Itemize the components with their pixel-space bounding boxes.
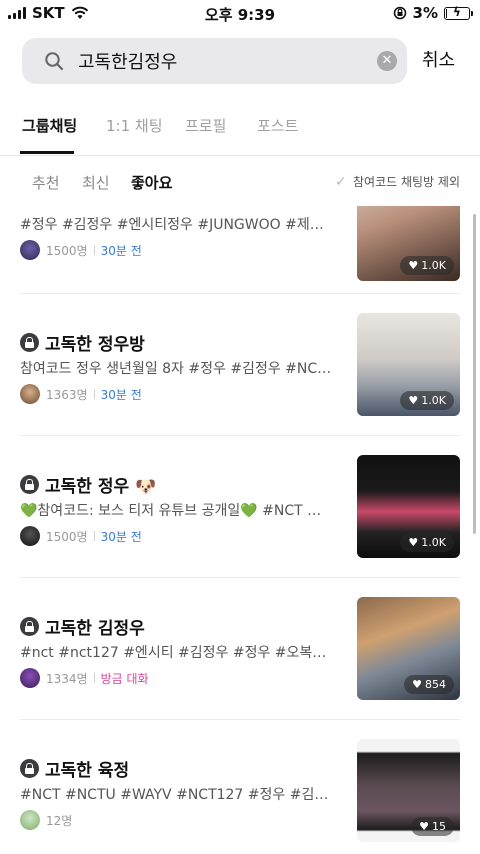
heart-icon: ♥ [408,259,419,272]
like-count: 15 [432,820,446,833]
search-row: ✕ 취소 [22,38,462,84]
tab-group-chat[interactable]: 그룹채팅 [22,115,77,136]
room-thumbnail[interactable]: ♥ 854 [357,597,460,700]
like-count: 1.0K [421,259,446,272]
divider [93,389,95,399]
scrollbar[interactable] [473,214,476,534]
exclude-label: 참여코드 채팅방 제외 [353,175,460,189]
divider [93,245,95,255]
room-thumbnail[interactable]: ♥ 15 [357,739,460,842]
orientation-lock-icon [393,6,406,20]
activity-time: 30분 전 [100,243,142,258]
room-title: 고독한 육정 [20,756,129,781]
room-desc: #NCT #NCTU #WAYV #NCT127 #정우 #김정우… [20,787,332,803]
member-count: 1500명 [46,243,88,258]
tab-1on1-chat[interactable]: 1:1 채팅 [106,115,163,136]
member-count: 1500명 [46,529,88,544]
exclude-code-rooms-toggle[interactable]: ✓ 참여코드 채팅방 제외 [335,173,460,190]
activity-time: 30분 전 [100,529,142,544]
activity-time: 30분 전 [100,387,142,402]
like-count: 1.0K [421,536,446,549]
room-meta: 1500명 30분 전 [20,240,142,260]
list-item[interactable]: #정우 #김정우 #엔시티정우 #JUNGWOO #제우스… 1500명 30분… [20,206,460,294]
room-list[interactable]: #정우 #김정우 #엔시티정우 #JUNGWOO #제우스… 1500명 30분… [0,206,480,854]
like-badge: ♥ 1.0K [400,533,454,552]
search-input[interactable] [78,38,368,84]
avatar [20,240,40,260]
like-count: 1.0K [421,394,446,407]
like-badge: ♥ 854 [404,675,454,694]
room-desc: #정우 #김정우 #엔시티정우 #JUNGWOO #제우스… [20,217,332,233]
activity-time: 방금 대화 [100,671,149,686]
member-count: 1334명 [46,671,88,686]
active-tab-indicator [20,151,74,154]
room-name: 고독한 정우방 [45,335,145,355]
room-thumbnail[interactable]: ♥ 1.0K [357,313,460,416]
search-box[interactable]: ✕ [22,38,407,84]
room-desc: #nct #nct127 #엔시티 #김정우 #정우 #오복이 #제… [20,645,332,661]
filter-latest[interactable]: 최신 [82,172,110,193]
room-meta: 12명 [20,810,72,830]
lock-icon [20,759,39,778]
room-desc: 💚참여코드: 보스 티저 유튜브 공개일💚 #NCT #N… [20,503,332,519]
battery-icon: ϟ [444,5,473,20]
lock-icon [20,617,39,636]
status-right: 3% ϟ [393,4,473,22]
list-item[interactable]: 고독한 정우 🐶 💚참여코드: 보스 티저 유튜브 공개일💚 #NCT #N… … [20,436,460,578]
avatar [20,526,40,546]
room-title: 고독한 정우 🐶 [20,472,156,497]
clear-search-button[interactable]: ✕ [377,51,397,71]
like-badge: ♥ 1.0K [400,391,454,410]
list-item[interactable]: 고독한 정우방 참여코드 정우 생년월일 8자 #정우 #김정우 #NCT12…… [20,294,460,436]
search-icon [45,52,64,71]
member-count: 1363명 [46,387,88,402]
room-name: 고독한 김정우 [45,619,145,639]
tab-post[interactable]: 포스트 [257,115,298,136]
room-name: 고독한 육정 [45,761,130,781]
room-meta: 1363명 30분 전 [20,384,142,404]
filter-likes[interactable]: 좋아요 [131,172,172,193]
lock-icon [20,475,39,494]
list-item[interactable]: 고독한 육정 #NCT #NCTU #WAYV #NCT127 #정우 #김정우… [20,720,460,854]
status-bar: SKT 오후 9:39 3% ϟ [0,0,480,28]
room-desc: 참여코드 정우 생년월일 8자 #정우 #김정우 #NCT12… [20,361,332,377]
room-title: 고독한 김정우 [20,614,145,639]
cancel-button[interactable]: 취소 [422,46,455,72]
heart-icon: ♥ [408,394,419,407]
list-item[interactable]: 고독한 김정우 #nct #nct127 #엔시티 #김정우 #정우 #오복이 … [20,578,460,720]
room-name: 고독한 정우 🐶 [45,477,157,497]
tab-profile[interactable]: 프로필 [185,115,226,136]
room-thumbnail[interactable]: ♥ 1.0K [357,455,460,558]
heart-icon: ♥ [419,820,429,833]
divider [93,673,95,683]
sort-filters: 추천 최신 좋아요 ✓ 참여코드 채팅방 제외 [0,168,480,196]
check-icon: ✓ [335,173,347,190]
avatar [20,384,40,404]
filter-recommended[interactable]: 추천 [32,172,60,193]
room-title: 고독한 정우방 [20,330,145,355]
room-meta: 1334명 방금 대화 [20,668,149,688]
member-count: 12명 [46,813,73,828]
heart-icon: ♥ [412,678,422,691]
like-badge: ♥ 15 [411,817,454,836]
like-badge: ♥ 1.0K [400,256,454,275]
room-meta: 1500명 30분 전 [20,526,142,546]
lock-icon [20,333,39,352]
tab-bar: 그룹채팅 1:1 채팅 프로필 포스트 [0,100,480,156]
heart-icon: ♥ [408,536,419,549]
like-count: 854 [425,678,446,691]
room-thumbnail[interactable]: ♥ 1.0K [357,206,460,281]
divider [93,531,95,541]
battery-percent: 3% [412,4,438,22]
avatar [20,810,40,830]
avatar [20,668,40,688]
